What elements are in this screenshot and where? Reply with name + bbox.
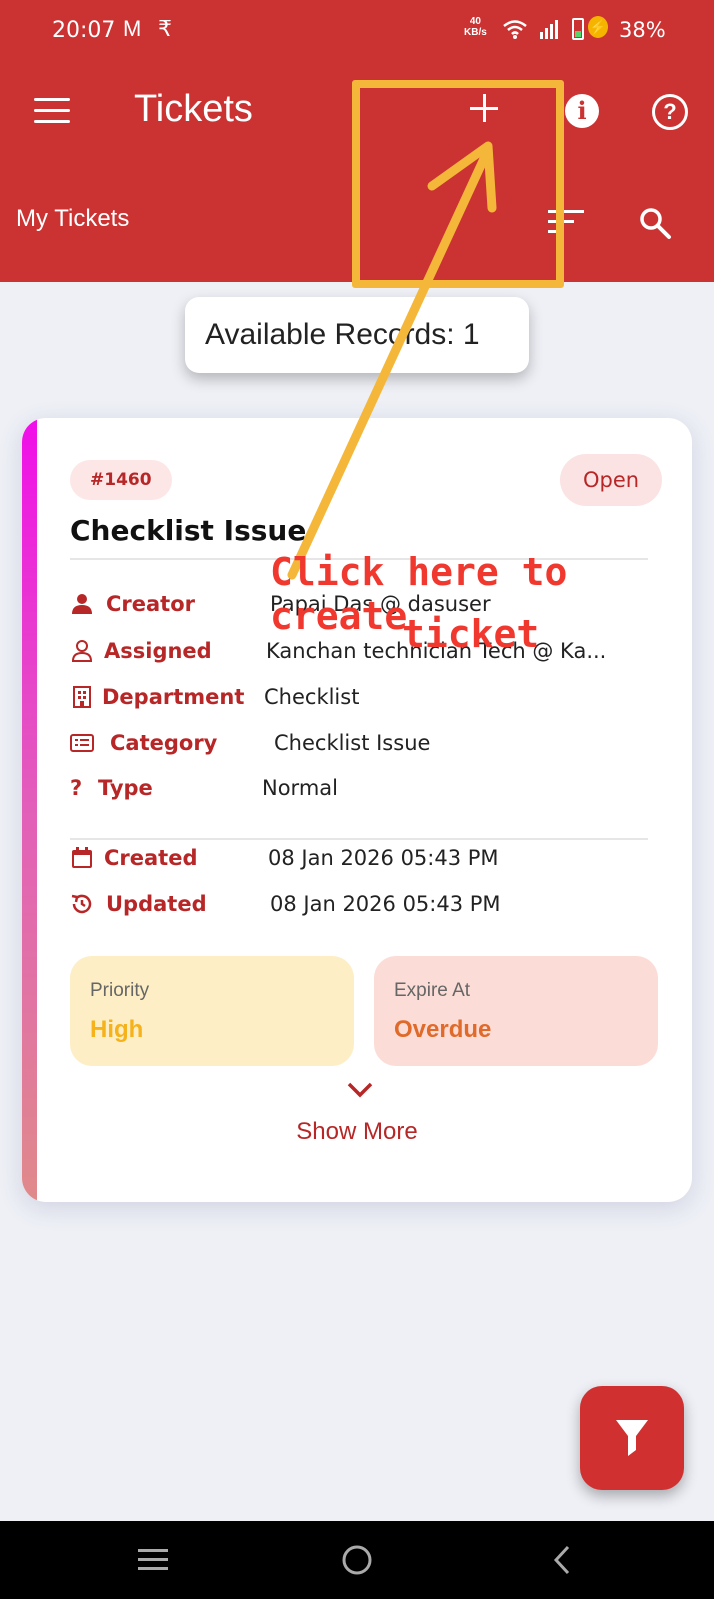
gmail-icon: M: [123, 16, 142, 41]
network-speed-unit: KB/s: [464, 27, 487, 38]
status-badge: Open: [560, 454, 663, 506]
category-value: Checklist Issue: [274, 731, 431, 755]
updated-value: 08 Jan 2026 05:43 PM: [270, 892, 501, 916]
assigned-label: Assigned: [104, 639, 212, 663]
created-row: Created 08 Jan 2026 05:43 PM: [70, 842, 670, 876]
system-nav-bar: [0, 1521, 714, 1599]
battery-icon: [572, 18, 584, 40]
annotation-text-line2: ticket: [402, 612, 540, 656]
category-row: Category Checklist Issue: [70, 727, 670, 761]
filter-fab-button[interactable]: [580, 1386, 684, 1490]
type-row: ? Type Normal: [70, 772, 670, 806]
type-value: Normal: [262, 776, 338, 800]
department-label: Department: [102, 685, 245, 709]
status-time: 20:07: [52, 18, 116, 43]
chevron-down-icon[interactable]: [346, 1080, 374, 1100]
card-accent-bar: [22, 418, 37, 1202]
battery-percent: 38%: [619, 18, 666, 42]
updated-label: Updated: [106, 892, 207, 916]
network-speed-value: 40: [469, 16, 481, 27]
assigned-row: Assigned Kanchan technician Tech @ Ka...: [70, 635, 670, 669]
help-icon[interactable]: ?: [652, 94, 688, 130]
created-label: Created: [104, 846, 198, 870]
filter-icon: [616, 1420, 648, 1456]
priority-tile: Priority High: [70, 956, 354, 1066]
show-more-button[interactable]: Show More: [22, 1118, 692, 1146]
my-tickets-label: My Tickets: [16, 205, 130, 232]
available-records-toast: Available Records: 1: [185, 297, 529, 373]
priority-label: Priority: [90, 980, 150, 1001]
updated-row: Updated 08 Jan 2026 05:43 PM: [70, 888, 670, 922]
created-value: 08 Jan 2026 05:43 PM: [268, 846, 499, 870]
menu-icon[interactable]: [34, 98, 70, 124]
history-icon: [71, 894, 92, 914]
category-label: Category: [110, 731, 218, 755]
status-bar: 20:07 M ₹ 40 KB/s ⚡ 38%: [0, 0, 714, 62]
expire-label: Expire At: [394, 980, 471, 1001]
info-icon[interactable]: i: [565, 94, 599, 128]
expire-tile: Expire At Overdue: [374, 956, 658, 1066]
type-label: Type: [98, 776, 153, 800]
person-icon: [72, 594, 92, 614]
creator-label: Creator: [106, 592, 196, 616]
back-icon[interactable]: [550, 1543, 574, 1577]
person-outline-icon: [71, 640, 93, 662]
ticket-card[interactable]: #1460 Open Checklist Issue Creator Papai…: [22, 418, 692, 1202]
charging-icon: ⚡: [588, 16, 608, 38]
signal-icon: [540, 20, 558, 39]
ticket-title: Checklist Issue: [70, 514, 307, 547]
expire-value: Overdue: [394, 1016, 492, 1043]
department-row: Department Checklist: [70, 681, 670, 715]
list-icon: [70, 734, 94, 752]
question-icon: ?: [70, 776, 83, 800]
recent-apps-icon[interactable]: [136, 1545, 170, 1575]
wifi-icon: [503, 20, 527, 39]
page-title: Tickets: [134, 88, 253, 130]
divider: [70, 838, 648, 840]
department-value: Checklist: [264, 685, 360, 709]
rupee-icon: ₹: [158, 16, 172, 41]
network-speed: 40 KB/s: [464, 16, 487, 38]
building-icon: [73, 686, 91, 708]
calendar-icon: [72, 847, 92, 868]
annotation-highlight-box: [352, 80, 564, 288]
search-icon[interactable]: [638, 206, 672, 240]
ticket-id-badge: #1460: [70, 460, 172, 500]
home-icon[interactable]: [340, 1543, 374, 1577]
priority-value: High: [90, 1016, 144, 1043]
